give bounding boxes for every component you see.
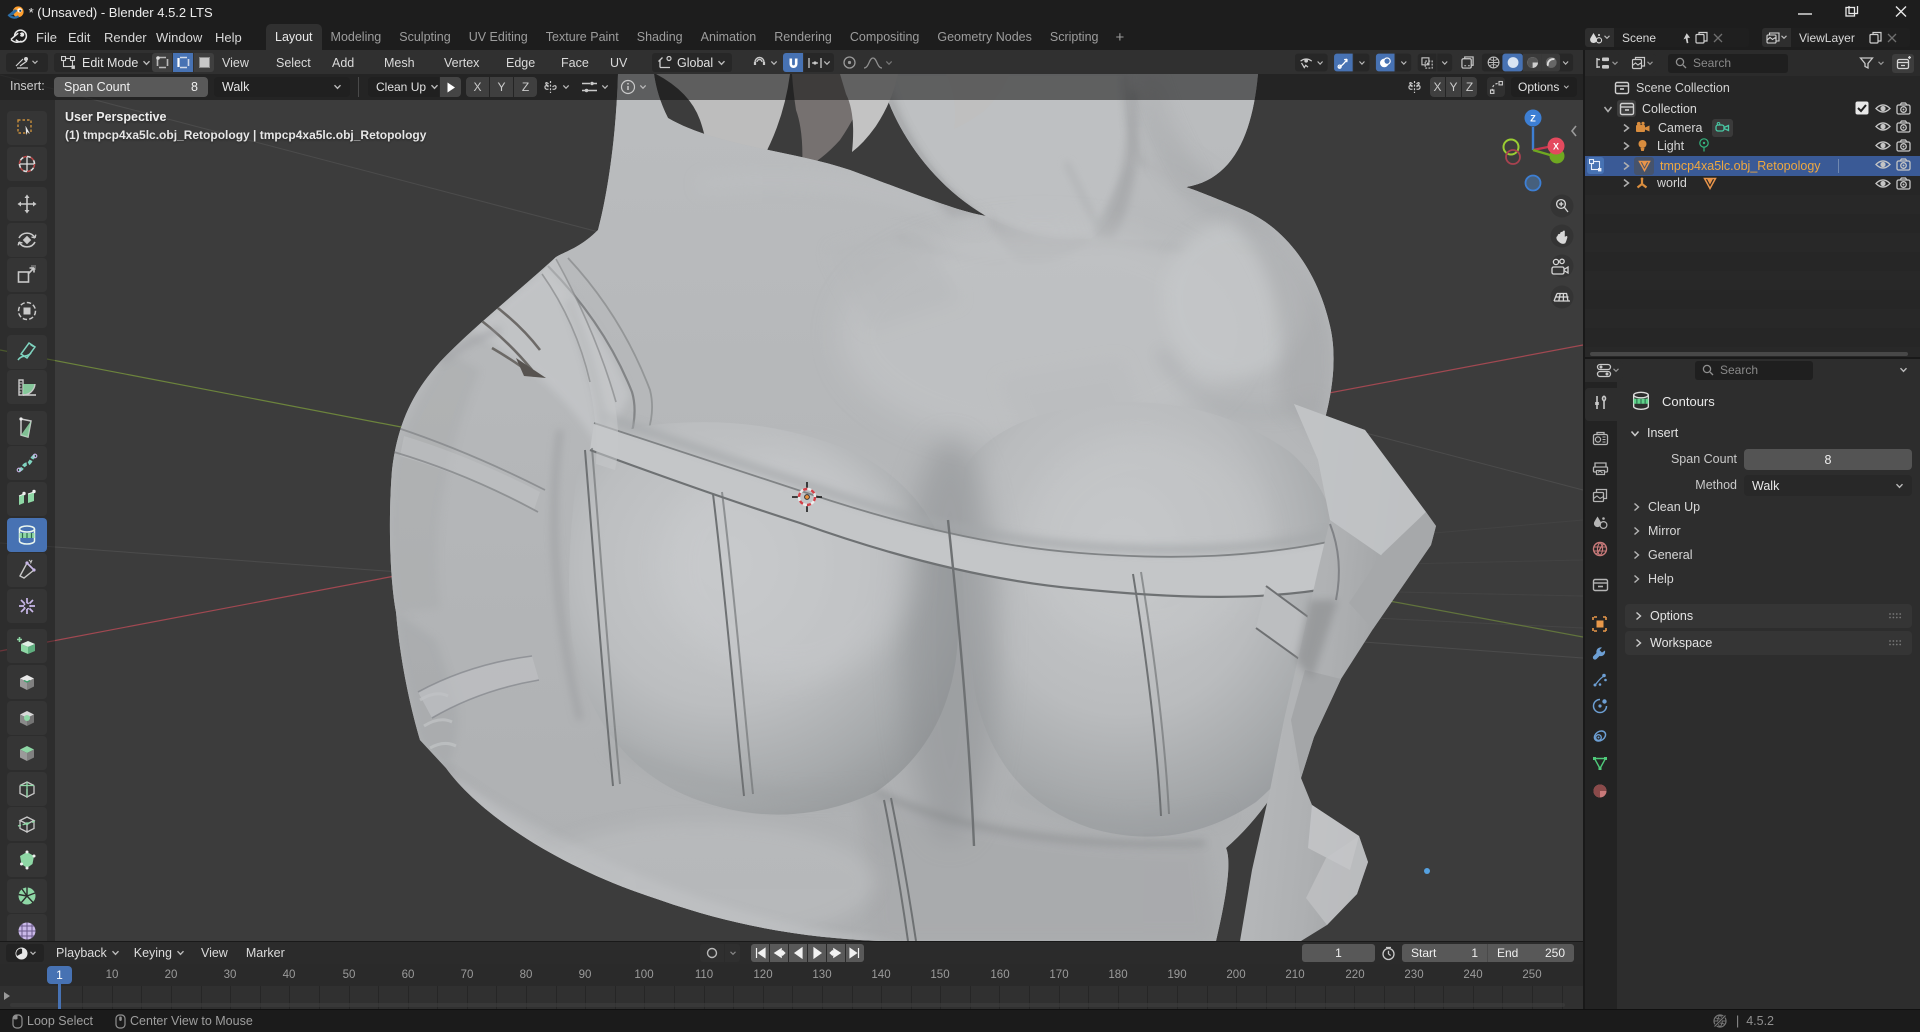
svg-text:Z: Z bbox=[1530, 114, 1536, 124]
svg-text:X: X bbox=[1553, 142, 1559, 152]
